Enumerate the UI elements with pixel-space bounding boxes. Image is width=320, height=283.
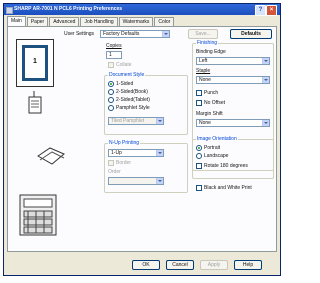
two-sided-book-label: 2-Sided(Book) (116, 89, 148, 95)
tab-paper[interactable]: Paper (26, 17, 49, 26)
tab-bar: Main Paper Advanced Job Handling Waterma… (7, 16, 175, 26)
chevron-down-icon (262, 58, 269, 64)
stapled-document-icon (28, 91, 42, 114)
tab-job-handling[interactable]: Job Handling (80, 17, 118, 26)
landscape-label: Landscape (204, 153, 229, 159)
collate-checkbox[interactable] (108, 62, 114, 68)
document-style-title: Document Style (108, 72, 146, 78)
no-offset-checkbox[interactable] (196, 100, 202, 106)
margin-shift-value: None (199, 120, 211, 126)
finishing-title: Finishing (196, 40, 219, 46)
tab-color[interactable]: Color (154, 17, 175, 26)
save-settings-button[interactable]: Save... (188, 29, 218, 39)
black-white-label: Black and White Print (204, 185, 252, 191)
pamphlet-style-label: Pamphlet Style (116, 105, 150, 111)
chevron-down-icon (262, 77, 269, 83)
one-sided-label: 1-Sided (116, 81, 134, 87)
punch-checkbox[interactable] (196, 90, 202, 96)
orientation-title: Image Orientation (196, 136, 238, 142)
rotate-180-checkbox[interactable] (196, 163, 202, 169)
n-up-title: N-Up Printing (108, 140, 141, 146)
output-paper-icon (37, 147, 65, 165)
tab-main[interactable]: Main (7, 16, 26, 26)
copies-value: 1 (109, 52, 112, 58)
border-label: Border (116, 160, 132, 166)
staple-select[interactable]: None (196, 76, 270, 84)
printing-preferences-window: SHARP AR-7001 N PCL6 Printing Preference… (3, 3, 281, 276)
tab-advanced[interactable]: Advanced (49, 17, 80, 26)
pamphlet-style-radio[interactable] (108, 105, 114, 111)
portrait-label: Portrait (204, 145, 221, 151)
one-sided-radio[interactable] (108, 81, 114, 87)
border-checkbox[interactable] (108, 160, 114, 166)
apply-button[interactable]: Apply (200, 260, 228, 270)
staple-value: None (199, 77, 211, 83)
n-up-select[interactable]: 1-Up (108, 149, 164, 157)
title-bar: SHARP AR-7001 N PCL6 Printing Preference… (4, 4, 280, 16)
order-label: Order (108, 169, 121, 175)
printer-machine-icon (19, 194, 57, 236)
user-settings-value: Factory Defaults (103, 31, 140, 37)
two-sided-tablet-label: 2-Sided(Tablet) (116, 97, 150, 103)
collate-label: Collate (116, 62, 132, 68)
close-button[interactable]: × (266, 5, 277, 16)
pamphlet-value: Tiled Pamphlet (111, 118, 145, 124)
rotate-180-label: Rotate 180 degrees (204, 163, 248, 169)
pamphlet-select[interactable]: Tiled Pamphlet (108, 117, 164, 125)
punch-label: Punch (204, 90, 219, 96)
binding-edge-label: Binding Edge (196, 49, 226, 55)
window-title: SHARP AR-7001 N PCL6 Printing Preference… (14, 6, 123, 12)
margin-shift-select[interactable]: None (196, 119, 270, 127)
landscape-radio[interactable] (196, 153, 202, 159)
user-settings-select[interactable]: Factory Defaults (100, 30, 170, 38)
tab-watermarks[interactable]: Watermarks (118, 17, 154, 26)
help-title-button[interactable]: ? (255, 5, 266, 16)
binding-edge-select[interactable]: Left (196, 57, 270, 65)
chevron-down-icon (162, 31, 169, 37)
order-select[interactable] (108, 177, 164, 185)
page-preview: 1 (16, 39, 54, 87)
no-offset-label: No Offset (204, 100, 226, 106)
copies-label: Copies (106, 43, 122, 49)
binding-edge-value: Left (199, 58, 208, 64)
portrait-radio[interactable] (196, 145, 202, 151)
n-up-value: 1-Up (111, 150, 122, 156)
preview-panel: 1 (16, 39, 65, 244)
ok-button[interactable]: OK (132, 260, 160, 270)
defaults-button[interactable]: Defaults (230, 29, 272, 39)
help-button[interactable]: Help (234, 260, 262, 270)
two-sided-book-radio[interactable] (108, 89, 114, 95)
main-tab-pane: User Settings Factory Defaults Save... D… (7, 26, 277, 252)
black-white-checkbox[interactable] (196, 185, 202, 191)
user-settings-label: User Settings (64, 31, 95, 37)
staple-label: Staple (196, 68, 211, 74)
margin-shift-label: Margin Shift (196, 111, 223, 117)
chevron-down-icon (156, 150, 163, 156)
chevron-down-icon (156, 178, 163, 184)
printer-icon (6, 7, 13, 14)
copies-spinner[interactable]: 1 (106, 51, 122, 59)
page-number: 1 (22, 45, 48, 81)
chevron-down-icon (262, 120, 269, 126)
chevron-down-icon (156, 118, 163, 124)
cancel-button[interactable]: Cancel (166, 260, 194, 270)
two-sided-tablet-radio[interactable] (108, 97, 114, 103)
